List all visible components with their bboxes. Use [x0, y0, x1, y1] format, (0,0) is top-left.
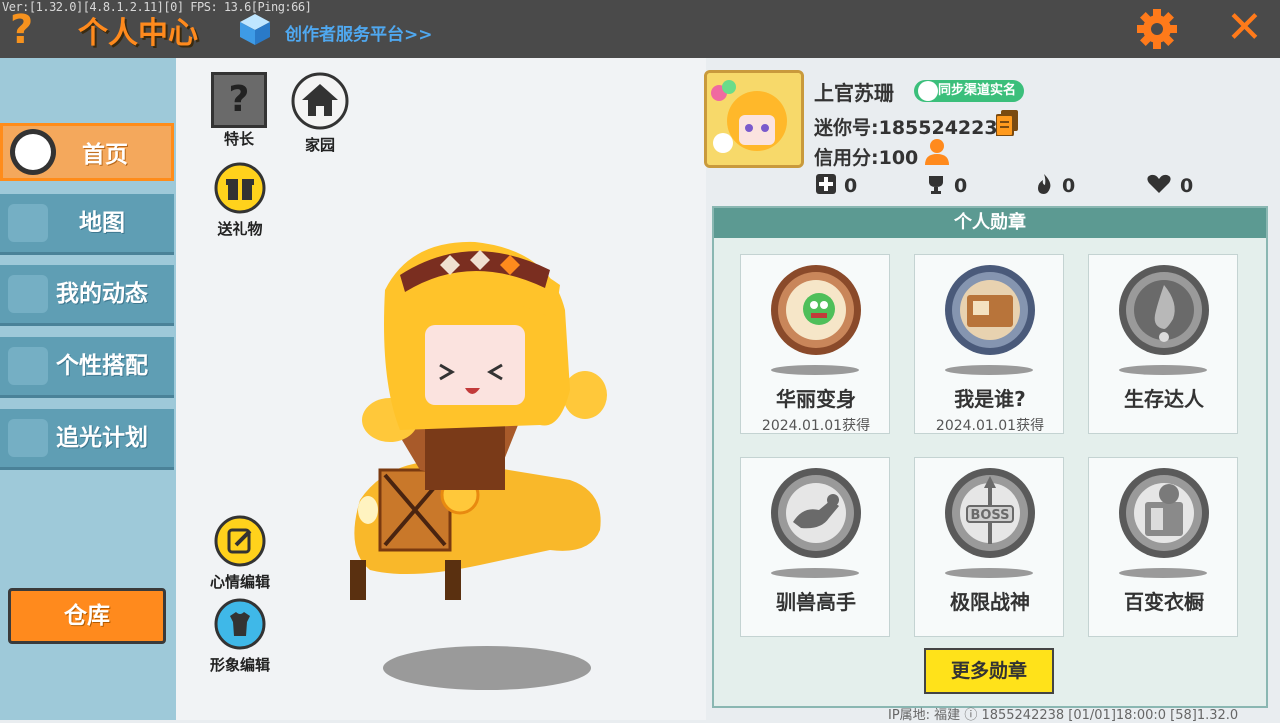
mood-edit-button[interactable]: 心情编辑 — [206, 515, 274, 592]
medal-card[interactable]: 华丽变身 2024.01.01获得 — [740, 254, 890, 434]
avatar[interactable] — [704, 70, 804, 168]
copy-icon[interactable] — [996, 110, 1018, 136]
medal-name: 极限战神 — [950, 590, 1030, 614]
sidebar-item-label: 地图 — [79, 210, 125, 236]
medal-tamer-icon — [771, 468, 861, 558]
medal-card[interactable]: 我是谁? 2024.01.01获得 — [914, 254, 1064, 434]
stat-flame: 0 — [1034, 174, 1075, 197]
sidebar-item-label: 首页 — [82, 142, 128, 168]
mood-label: 心情编辑 — [209, 573, 270, 591]
sidebar-item-home[interactable]: 首页 — [0, 123, 174, 181]
medal-who-am-i-icon — [945, 265, 1035, 355]
cube-icon — [240, 14, 270, 45]
credit-user-icon[interactable] — [922, 137, 952, 167]
help-button[interactable]: ? — [10, 8, 42, 52]
username: 上官苏珊 — [814, 81, 894, 105]
question-icon: ? — [211, 72, 267, 128]
heart-icon — [1147, 174, 1171, 193]
gift-label: 送礼物 — [217, 220, 263, 238]
sidebar-item-label: 我的动态 — [56, 281, 148, 307]
flame-icon — [1038, 174, 1051, 194]
trophy-icon — [929, 176, 943, 194]
sidebar-item-label: 追光计划 — [56, 425, 148, 451]
medal-shadow — [771, 365, 859, 375]
medal-survival-icon — [1119, 265, 1209, 355]
stat-value: 0 — [954, 175, 968, 197]
medal-card[interactable]: BOSS 极限战神 — [914, 457, 1064, 637]
medal-name: 生存达人 — [1124, 387, 1204, 411]
medal-panel-title: 个人勋章 — [714, 208, 1266, 238]
medal-shadow — [1119, 568, 1207, 578]
more-medals-button[interactable]: 更多勋章 — [924, 648, 1054, 694]
medal-name: 华丽变身 — [776, 387, 856, 411]
page-title: 个人中心 — [78, 16, 198, 51]
outfit-icon — [214, 598, 266, 650]
credit-score: 信用分:100 — [814, 147, 919, 169]
medal-name: 我是谁? — [954, 387, 1026, 411]
look-label: 形象编辑 — [209, 656, 270, 674]
medal-shadow — [771, 568, 859, 578]
sidebar-item-outfit[interactable]: 个性搭配 — [0, 337, 174, 398]
stat-likes: 0 — [816, 174, 857, 197]
edit-icon — [214, 515, 266, 567]
medal-name: 百变衣橱 — [1124, 590, 1204, 614]
home-button[interactable]: 家园 — [288, 72, 352, 155]
house-icon — [291, 72, 349, 130]
specialty-button[interactable]: ? 特长 — [208, 72, 270, 149]
boss-text-glyph: BOSS — [970, 508, 1009, 523]
medal-date: 2024.01.01获得 — [935, 418, 1045, 434]
character-avatar[interactable] — [330, 230, 630, 700]
stat-value: 0 — [1062, 175, 1076, 197]
medal-name: 驯兽高手 — [776, 590, 856, 614]
medal-transform-icon — [771, 265, 861, 355]
mini-id: 迷你号:1855242238 — [814, 117, 1011, 139]
gear-icon[interactable] — [1136, 8, 1178, 50]
warehouse-button[interactable]: 仓库 — [8, 588, 166, 644]
stat-value: 0 — [1180, 175, 1194, 197]
sidebar-item-map[interactable]: 地图 — [0, 194, 174, 255]
look-edit-button[interactable]: 形象编辑 — [206, 598, 274, 675]
medal-card[interactable]: 生存达人 — [1088, 254, 1238, 434]
stat-value: 0 — [844, 175, 858, 197]
medal-shadow — [1119, 365, 1207, 375]
medal-boss-icon: BOSS — [945, 468, 1035, 558]
medal-card[interactable]: 百变衣橱 — [1088, 457, 1238, 637]
sidebar-item-label: 个性搭配 — [56, 353, 148, 379]
home-label: 家园 — [304, 136, 335, 154]
sidebar-item-feed[interactable]: 我的动态 — [0, 265, 174, 326]
avatar-image — [707, 73, 801, 165]
plus-icon — [816, 174, 836, 194]
stat-heart: 0 — [1146, 174, 1193, 197]
medal-wardrobe-icon — [1119, 468, 1209, 558]
medal-date: 2024.01.01获得 — [761, 418, 871, 434]
footer-info: IP属地: 福建 ⓘ 1855242238 [01/01]18:00:0 [58… — [888, 708, 1239, 723]
medal-shadow — [945, 365, 1033, 375]
stat-trophy: 0 — [926, 174, 967, 197]
creator-platform-link[interactable]: 创作者服务平台>> — [285, 20, 433, 45]
specialty-label: 特长 — [223, 130, 254, 148]
close-button[interactable]: ✕ — [1226, 6, 1263, 50]
medal-shadow — [945, 568, 1033, 578]
sidebar-item-light-plan[interactable]: 追光计划 — [0, 409, 174, 470]
send-gift-button[interactable]: 送礼物 — [210, 162, 270, 239]
medal-card[interactable]: 驯兽高手 — [740, 457, 890, 637]
gift-icon — [214, 162, 266, 214]
user-icon — [918, 81, 938, 101]
